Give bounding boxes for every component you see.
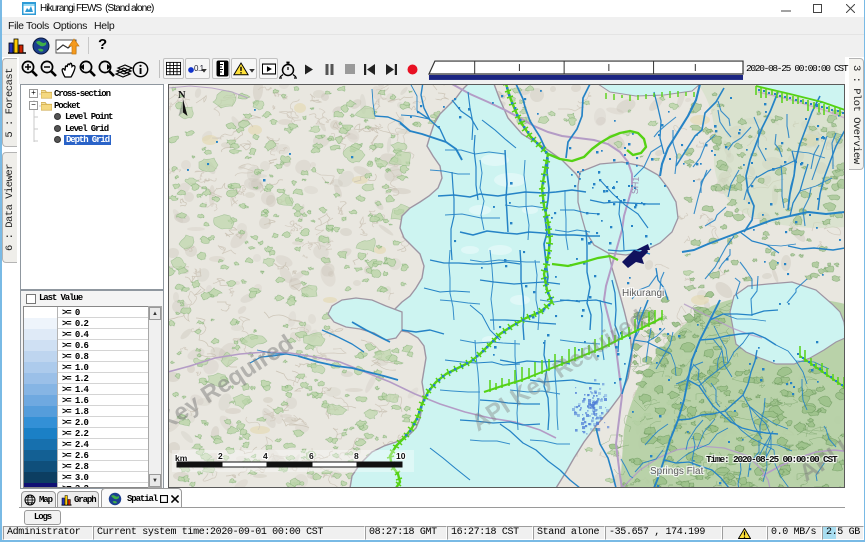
- svg-text:2: 2: [218, 451, 223, 461]
- svg-text:8: 8: [354, 451, 359, 461]
- svg-text:SH1: SH1: [630, 176, 641, 194]
- svg-text:10: 10: [396, 451, 406, 461]
- svg-text:Hikurangi: Hikurangi: [622, 288, 664, 299]
- svg-text:Time: 2020-08-25 00:00:00 CST: Time: 2020-08-25 00:00:00 CST: [706, 454, 838, 465]
- svg-text:4: 4: [263, 451, 268, 461]
- svg-text:N: N: [178, 90, 186, 101]
- svg-text:6: 6: [309, 451, 314, 461]
- svg-text:Springs Flat: Springs Flat: [650, 466, 704, 477]
